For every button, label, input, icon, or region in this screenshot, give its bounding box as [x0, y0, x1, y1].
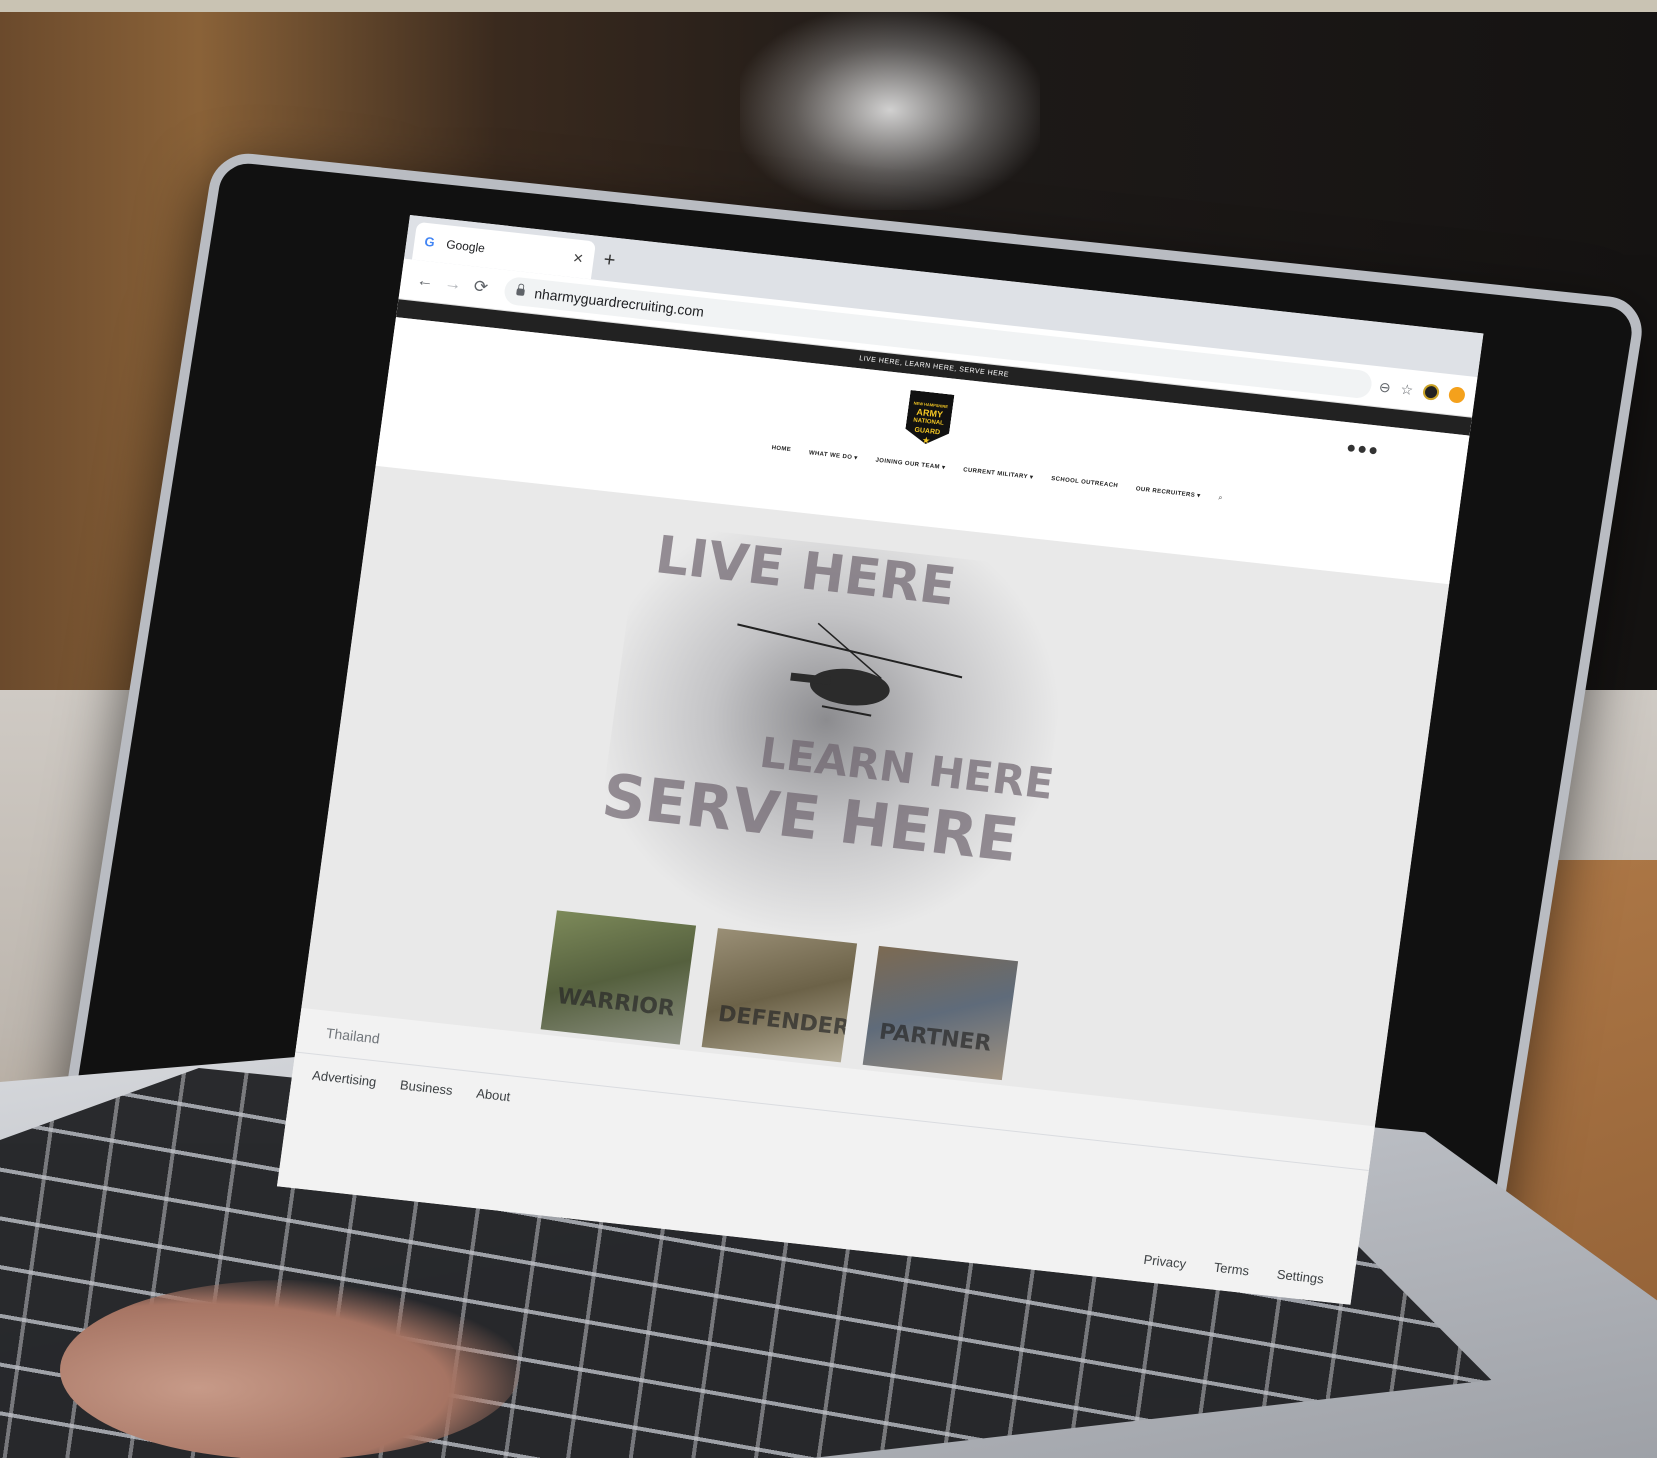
lock-icon	[516, 287, 526, 296]
zoom-icon[interactable]: ⊖	[1378, 378, 1392, 396]
footer-link-terms[interactable]: Terms	[1213, 1260, 1250, 1279]
new-tab-button[interactable]: +	[602, 249, 617, 273]
extension-icon[interactable]	[1422, 383, 1441, 401]
back-arrow-icon[interactable]: ←	[410, 270, 441, 293]
tab-title: Google	[445, 237, 486, 256]
card-label: WARRIOR	[555, 983, 677, 1022]
social-links	[1347, 444, 1378, 455]
star-icon[interactable]: ☆	[1400, 380, 1415, 398]
footer-link-about[interactable]: About	[475, 1086, 511, 1105]
instagram-icon[interactable]	[1358, 445, 1367, 454]
footer-link-privacy[interactable]: Privacy	[1143, 1252, 1187, 1272]
footer-link-business[interactable]: Business	[399, 1077, 453, 1098]
nav-current-military[interactable]: CURRENT MILITARY ▾	[963, 466, 1034, 482]
search-icon[interactable]: ⌕	[1218, 494, 1223, 502]
url-text: nharmyguardrecruiting.com	[533, 285, 705, 320]
hero-live-here: LIVE HERE	[651, 525, 960, 618]
hero-banner: LIVE HERE LEARN HERE SERVE HERE	[587, 523, 1078, 958]
nav-joining-our-team[interactable]: JOINING OUR TEAM ▾	[875, 457, 946, 473]
helicopter-icon	[737, 622, 963, 717]
footer-link-settings[interactable]: Settings	[1276, 1267, 1325, 1287]
nav-our-recruiters[interactable]: OUR RECRUITERS ▾	[1135, 485, 1201, 500]
card-warrior[interactable]: WARRIOR	[540, 910, 697, 1045]
laptop-screen: G Google ✕ + ← → ⟳ nharmyguardrecruiting…	[276, 215, 1484, 1305]
hand	[60, 1280, 520, 1458]
nav-home[interactable]: HOME	[771, 445, 791, 455]
site-nav: HOME WHAT WE DO ▾ JOINING OUR TEAM ▾ CUR…	[771, 445, 1223, 503]
card-label: DEFENDER	[716, 1001, 852, 1042]
footer-link-advertising[interactable]: Advertising	[311, 1068, 377, 1090]
army-guard-logo[interactable]: NEW HAMPSHIRE ARMY NATIONAL GUARD ★	[904, 390, 955, 446]
card-partner[interactable]: PARTNER	[862, 945, 1019, 1081]
toolbar-actions: ⊖ ☆	[1378, 378, 1466, 404]
profile-avatar[interactable]	[1447, 386, 1466, 404]
wall-light	[740, 10, 1040, 210]
forward-arrow-icon[interactable]: →	[438, 273, 469, 296]
reload-icon[interactable]: ⟳	[466, 276, 497, 299]
close-tab-icon[interactable]: ✕	[572, 250, 585, 267]
nav-what-we-do[interactable]: WHAT WE DO ▾	[808, 449, 858, 462]
card-defender[interactable]: DEFENDER	[701, 928, 858, 1063]
youtube-icon[interactable]	[1369, 446, 1378, 455]
google-icon: G	[423, 233, 436, 250]
footer-country: Thailand	[325, 1024, 381, 1047]
footer-right-links: Privacy Terms Settings	[1143, 1252, 1325, 1287]
facebook-icon[interactable]	[1347, 444, 1356, 453]
card-label: PARTNER	[877, 1019, 993, 1057]
nav-school-outreach[interactable]: SCHOOL OUTREACH	[1050, 476, 1119, 491]
